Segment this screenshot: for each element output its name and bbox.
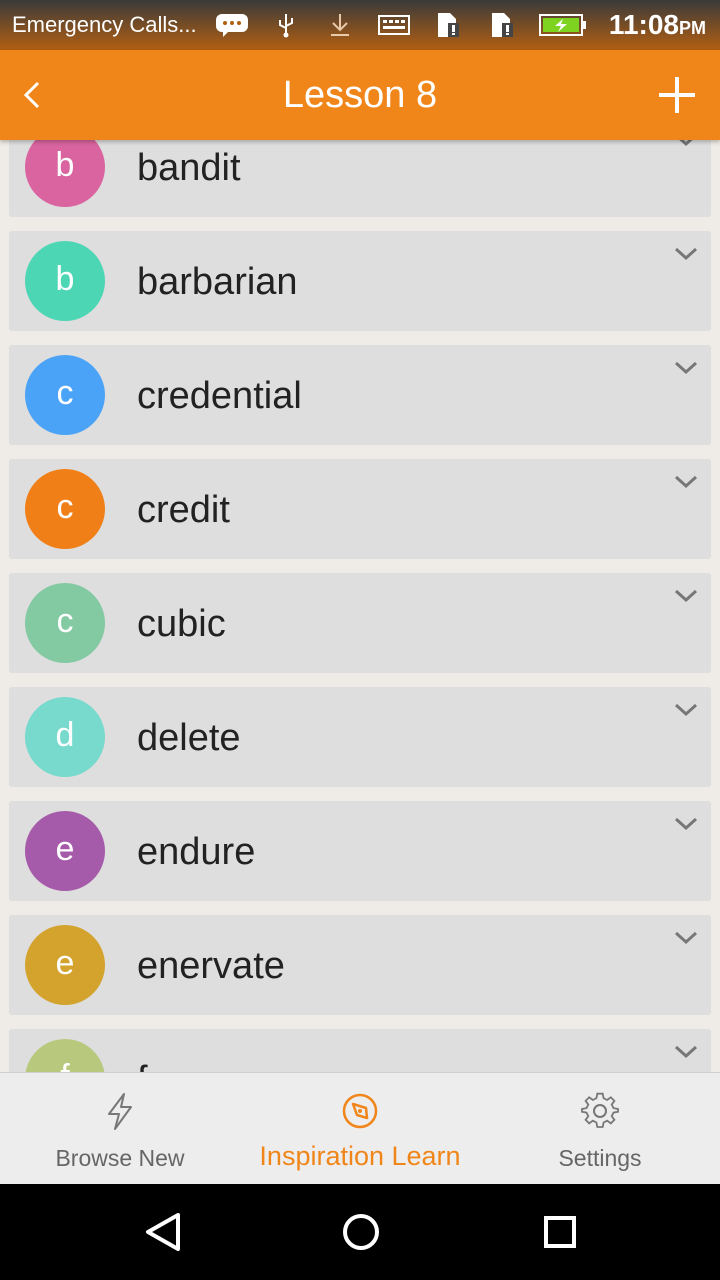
- word-label: delete: [137, 717, 241, 759]
- word-label: barbarian: [137, 261, 298, 303]
- chevron-down-icon[interactable]: [671, 583, 701, 609]
- status-bar: Emergency Calls... 11:08PM: [0, 0, 720, 50]
- chevron-down-icon[interactable]: [671, 241, 701, 267]
- tab-label: Settings: [558, 1145, 642, 1171]
- chevron-down-icon[interactable]: [671, 925, 701, 951]
- recents-square-icon[interactable]: [536, 1208, 584, 1256]
- usb-icon: [269, 12, 303, 38]
- page-title: Lesson 8: [282, 74, 438, 116]
- word-card[interactable]: c credential: [9, 345, 711, 445]
- word-label: enervate: [137, 945, 285, 987]
- chevron-down-icon[interactable]: [671, 355, 701, 381]
- keyboard-icon: [377, 12, 411, 38]
- chat-bubble-icon: [215, 12, 249, 38]
- status-icons: [215, 10, 587, 40]
- word-label: endure: [137, 831, 256, 873]
- home-circle-icon[interactable]: [337, 1208, 385, 1256]
- word-label: bandit: [137, 147, 241, 189]
- tab-label: Browse New: [55, 1145, 185, 1171]
- plus-icon: [659, 77, 695, 113]
- word-list: b bandit b barbarian c credential c cred…: [0, 140, 720, 1072]
- letter-avatar: c: [25, 355, 105, 435]
- word-card[interactable]: c credit: [9, 459, 711, 559]
- tab-browse-new[interactable]: Browse New: [0, 1073, 240, 1185]
- tab-inspiration-learn[interactable]: Inspiration Learn: [240, 1073, 480, 1185]
- letter-avatar: c: [25, 469, 105, 549]
- chevron-down-icon[interactable]: [671, 811, 701, 837]
- battery-charging-icon: [539, 12, 587, 38]
- word-label: credit: [137, 489, 230, 531]
- bottom-nav: Browse New Inspiration Learn Settings: [0, 1072, 720, 1185]
- back-triangle-icon[interactable]: [140, 1208, 188, 1256]
- chevron-down-icon[interactable]: [671, 469, 701, 495]
- download-icon: [323, 12, 357, 38]
- letter-avatar: b: [25, 241, 105, 321]
- carrier-text: Emergency Calls...: [12, 12, 197, 37]
- chevron-down-icon[interactable]: [671, 1039, 701, 1065]
- word-card[interactable]: d delete: [9, 687, 711, 787]
- app-bar: Lesson 8: [0, 50, 720, 140]
- word-label: credential: [137, 375, 302, 417]
- tab-label: Inspiration Learn: [259, 1141, 461, 1171]
- word-card[interactable]: b barbarian: [9, 231, 711, 331]
- sim-card-icon: [485, 12, 519, 38]
- chevron-down-icon[interactable]: [671, 697, 701, 723]
- gear-icon: [581, 1092, 619, 1128]
- clock: 11:08PM: [608, 9, 706, 40]
- word-label: f: [137, 1059, 148, 1072]
- letter-avatar: e: [25, 811, 105, 891]
- word-card[interactable]: e endure: [9, 801, 711, 901]
- letter-avatar: e: [25, 925, 105, 1005]
- word-card[interactable]: b bandit: [9, 140, 711, 217]
- word-card[interactable]: f f: [9, 1029, 711, 1072]
- chevron-down-icon[interactable]: [671, 140, 701, 153]
- word-label: cubic: [137, 603, 226, 645]
- compass-icon: [342, 1093, 378, 1129]
- letter-avatar: d: [25, 697, 105, 777]
- tab-settings[interactable]: Settings: [480, 1073, 720, 1185]
- letter-avatar: b: [25, 140, 105, 207]
- word-card[interactable]: e enervate: [9, 915, 711, 1015]
- word-card[interactable]: c cubic: [9, 573, 711, 673]
- add-word-button[interactable]: [654, 72, 700, 118]
- letter-avatar: f: [25, 1039, 105, 1072]
- system-nav-bar: [0, 1184, 720, 1280]
- letter-avatar: c: [25, 583, 105, 663]
- sim-card-icon: [431, 12, 465, 38]
- lightning-icon: [108, 1093, 132, 1130]
